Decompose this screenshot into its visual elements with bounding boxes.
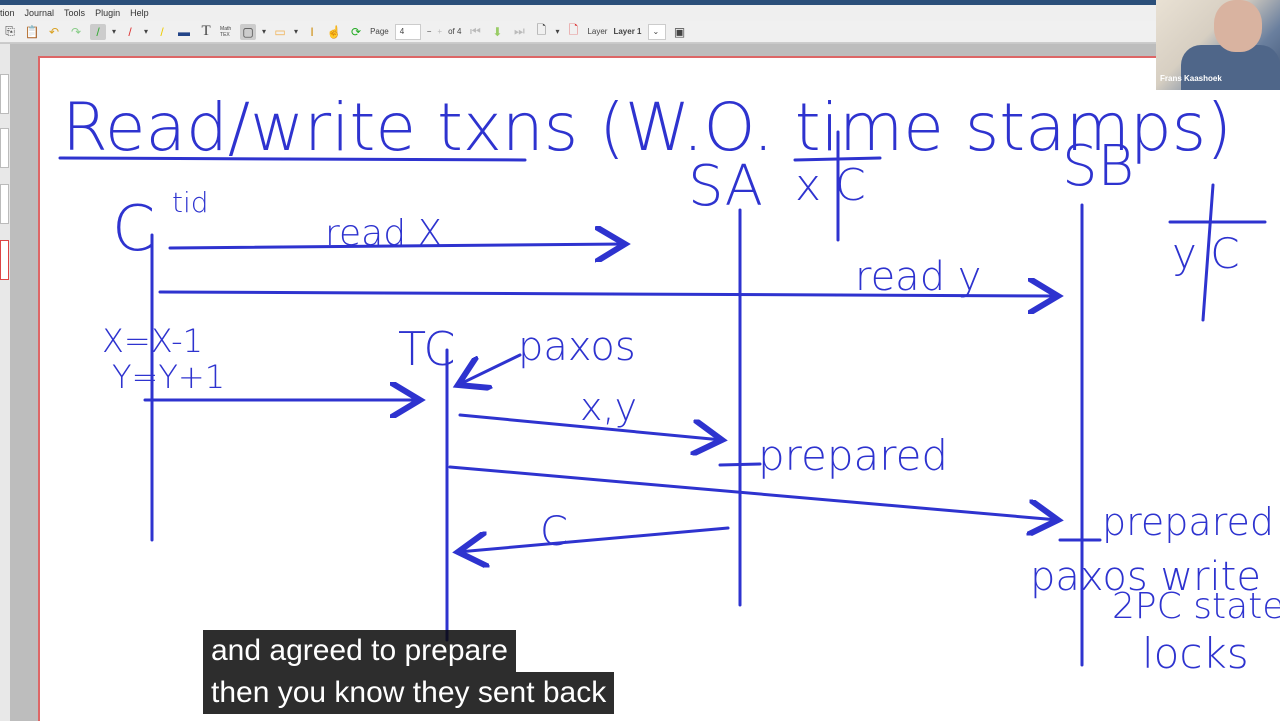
webcam-name: Frans Kaashoek xyxy=(1160,74,1222,83)
read-y-label: read y xyxy=(855,254,981,300)
sa-table-label: x C xyxy=(795,160,866,211)
paxos-arrow xyxy=(458,353,522,385)
tid-label: tid xyxy=(172,186,209,219)
prepared-b-label: prepared xyxy=(1102,500,1274,544)
commit-label: C xyxy=(540,509,568,555)
commit-arrow xyxy=(458,526,730,552)
presenter-shirt xyxy=(1181,45,1280,90)
sb-label: SB xyxy=(1062,134,1134,199)
whiteboard-drawing: Read/write txns (W.O. time stamps) C tid… xyxy=(58,89,1280,678)
y-update: Y=Y+1 xyxy=(112,358,225,396)
webcam-feed: Frans Kaashoek xyxy=(1156,0,1280,90)
twopc-state-label: 2PC state xyxy=(1112,586,1280,627)
client-label: C xyxy=(112,192,155,265)
xy-label: x,y xyxy=(580,385,637,429)
tc-label: TC xyxy=(398,322,456,376)
prepared-a-label: prepared xyxy=(758,431,948,480)
prepared-a-tick xyxy=(718,462,762,467)
whiteboard-title: Read/write txns (W.O. time stamps) xyxy=(62,89,1232,166)
sa-label: SA xyxy=(688,154,763,219)
locks-label: locks xyxy=(1142,629,1249,678)
sb-table-label: y C xyxy=(1172,229,1240,278)
paxos-label: paxos xyxy=(518,324,636,370)
x-update: X=X-1 xyxy=(102,322,203,360)
read-x-label: read X xyxy=(325,213,442,254)
presenter-face xyxy=(1214,0,1262,52)
subtitle-line-1: and agreed to prepare xyxy=(203,630,516,672)
subtitle-line-2: then you know they sent back xyxy=(203,672,615,714)
